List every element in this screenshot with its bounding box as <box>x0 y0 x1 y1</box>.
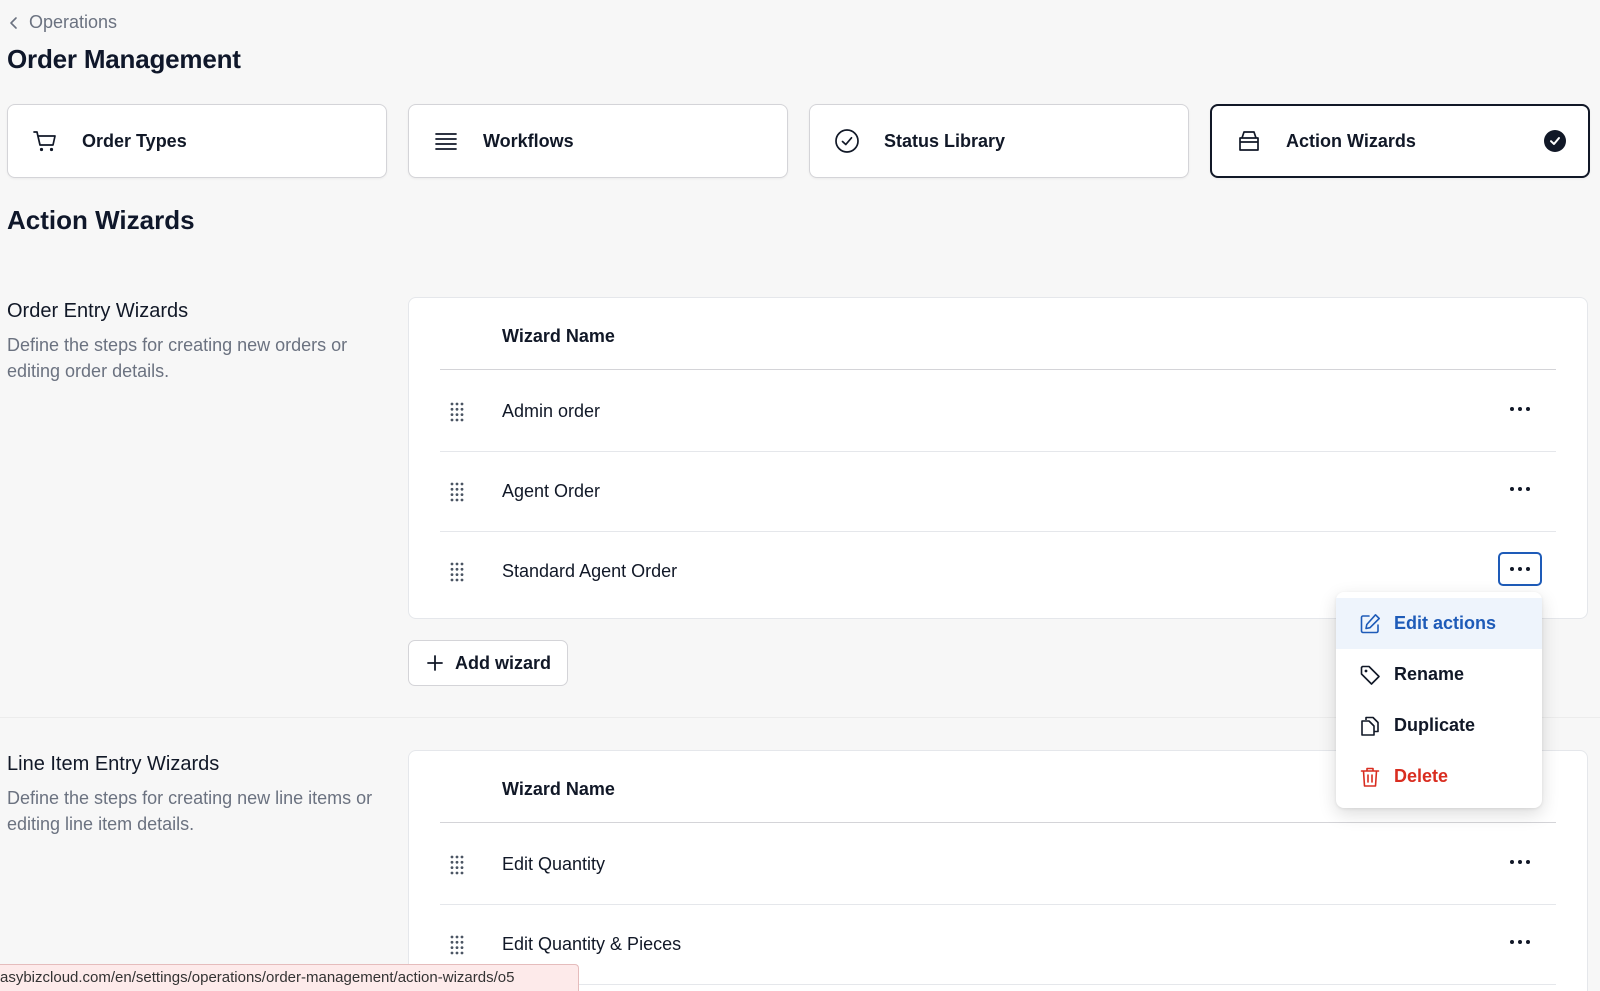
tab-status-library[interactable]: Status Library <box>809 104 1189 178</box>
table-row[interactable]: Admin order <box>440 372 1556 452</box>
tab-label: Workflows <box>483 130 574 151</box>
table-header: Wizard Name <box>440 298 1556 370</box>
menu-item-label: Rename <box>1394 664 1465 684</box>
more-actions-button[interactable] <box>1498 552 1542 586</box>
breadcrumb-label[interactable]: Operations <box>29 12 117 33</box>
wizard-name: Edit Quantity <box>502 854 606 874</box>
menu-item-label: Edit actions <box>1394 613 1497 633</box>
add-wizard-button[interactable]: Add wizard <box>408 640 568 686</box>
copy-icon <box>1361 716 1379 736</box>
more-horizontal-icon <box>1510 407 1530 411</box>
menu-item-duplicate[interactable]: Duplicate <box>1336 700 1542 751</box>
section-heading: Action Wizards <box>7 205 195 235</box>
menu-item-label: Duplicate <box>1394 715 1476 735</box>
circle-check-icon <box>832 126 862 156</box>
menu-item-label: Delete <box>1394 766 1449 786</box>
drag-handle-icon[interactable] <box>448 560 466 584</box>
order-entry-wizards-table: Wizard Name Admin order Agent Order Stan… <box>408 297 1588 619</box>
more-horizontal-icon <box>1510 487 1530 491</box>
more-actions-button[interactable] <box>1498 925 1542 959</box>
status-bar-url: asybizcloud.com/en/settings/operations/o… <box>0 964 579 991</box>
breadcrumb[interactable]: Operations <box>7 12 117 33</box>
table-row[interactable]: Agent Order <box>440 452 1556 532</box>
box-icon <box>1234 126 1264 156</box>
group-description-order-entry: Define the steps for creating new orders… <box>7 335 348 381</box>
check-circle-icon <box>1544 130 1566 152</box>
drag-handle-icon[interactable] <box>448 853 466 877</box>
wizard-name: Agent Order <box>502 481 601 501</box>
wizard-name: Standard Agent Order <box>502 561 678 581</box>
more-actions-button[interactable] <box>1498 392 1542 426</box>
stack-icon <box>431 126 461 156</box>
pencil-square-icon <box>1360 613 1380 633</box>
drag-handle-icon[interactable] <box>448 480 466 504</box>
add-wizard-label: Add wizard <box>455 652 552 673</box>
cart-icon <box>30 126 60 156</box>
page-title: Order Management <box>7 44 241 74</box>
plus-icon <box>427 655 443 671</box>
menu-item-edit-actions[interactable]: Edit actions <box>1336 598 1542 649</box>
trash-icon <box>1360 767 1380 787</box>
group-title-order-entry: Order Entry Wizards <box>7 300 189 322</box>
tab-label: Order Types <box>82 130 187 151</box>
menu-item-rename[interactable]: Rename <box>1336 649 1542 700</box>
group-title-line-item-entry: Line Item Entry Wizards <box>7 753 220 775</box>
chevron-left-icon <box>10 16 17 29</box>
tab-label: Status Library <box>884 130 1006 151</box>
more-horizontal-icon <box>1510 567 1530 571</box>
drag-handle-icon[interactable] <box>448 933 466 957</box>
wizard-name: Edit Quantity & Pieces <box>502 934 682 954</box>
column-header-wizard-name: Wizard Name <box>502 779 615 799</box>
tab-workflows[interactable]: Workflows <box>408 104 788 178</box>
row-actions-menu: Edit actions Rename Duplicate Delete <box>1336 592 1542 808</box>
wizard-name: Admin order <box>502 401 601 421</box>
table-row[interactable]: Edit Quantity & Pieces <box>440 905 1556 985</box>
tab-label: Action Wizards <box>1286 130 1416 151</box>
column-header-wizard-name: Wizard Name <box>502 326 615 346</box>
tag-icon <box>1360 665 1380 685</box>
drag-handle-icon[interactable] <box>448 400 466 424</box>
more-horizontal-icon <box>1510 940 1530 944</box>
tab-order-types[interactable]: Order Types <box>7 104 387 178</box>
group-description-line-item-entry: Define the steps for creating new line i… <box>7 788 373 834</box>
more-actions-button[interactable] <box>1498 845 1542 879</box>
more-horizontal-icon <box>1510 860 1530 864</box>
menu-item-delete[interactable]: Delete <box>1336 751 1542 802</box>
table-row[interactable]: Edit Quantity <box>440 825 1556 905</box>
tab-action-wizards[interactable]: Action Wizards <box>1210 104 1590 178</box>
more-actions-button[interactable] <box>1498 472 1542 506</box>
